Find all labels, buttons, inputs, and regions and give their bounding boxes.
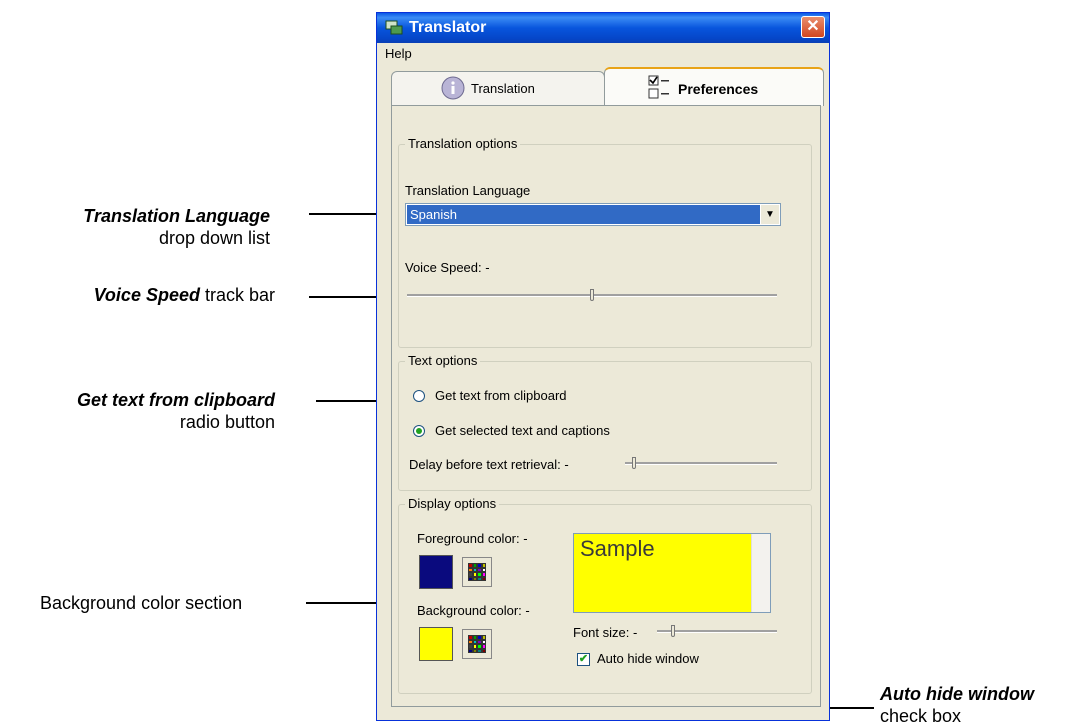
callout-translation-language: Translation Language drop down list (40, 205, 270, 249)
sample-preview: Sample (573, 533, 771, 613)
voice-speed-trackbar[interactable] (407, 289, 777, 305)
menu-help[interactable]: Help (385, 43, 412, 65)
text-options-group: Text options Get text from clipboard Get… (398, 353, 812, 491)
callout-background-color: Background color section (40, 592, 242, 614)
background-color-swatch[interactable] (419, 627, 453, 661)
translator-app-icon (385, 20, 403, 35)
callout-clipboard-desc: radio button (179, 412, 275, 432)
selected-text-radio-label[interactable]: Get selected text and captions (435, 423, 610, 438)
foreground-color-label: Foreground color: - (417, 531, 528, 546)
callout-translation-language-desc: drop down list (158, 228, 270, 248)
chevron-down-icon[interactable]: ▼ (760, 205, 779, 224)
tab-translation[interactable]: Translation (391, 71, 605, 105)
clipboard-radio-label[interactable]: Get text from clipboard (435, 388, 567, 403)
translation-language-label: Translation Language (405, 183, 531, 198)
window-title: Translator (409, 19, 487, 36)
font-size-thumb[interactable] (671, 625, 675, 637)
tab-translation-label: Translation (471, 81, 535, 96)
foreground-color-picker-button[interactable] (462, 557, 492, 587)
delay-thumb[interactable] (632, 457, 636, 469)
title-bar[interactable]: Translator ✕ (377, 13, 829, 43)
translation-language-dropdown[interactable]: Spanish ▼ (405, 203, 781, 226)
callout-auto-hide-desc: check box (880, 706, 962, 726)
font-size-track (657, 630, 777, 633)
sample-text: Sample (580, 536, 655, 561)
translation-language-value: Spanish (407, 205, 760, 224)
callout-voice-speed-title: Voice Speed (93, 285, 200, 305)
auto-hide-label[interactable]: Auto hide window (597, 651, 699, 666)
delay-label: Delay before text retrieval: - (409, 457, 569, 472)
background-color-label: Background color: - (417, 603, 530, 618)
foreground-color-swatch[interactable] (419, 555, 453, 589)
info-icon (441, 76, 465, 100)
display-options-legend: Display options (405, 496, 500, 511)
color-palette-icon (468, 635, 486, 653)
callout-voice-speed-desc: track bar (199, 285, 275, 305)
translation-options-group: Translation options Translation Language… (398, 136, 812, 348)
tab-preferences[interactable]: Preferences (604, 67, 824, 106)
display-options-group: Display options Foreground color: - Back… (398, 496, 812, 694)
callout-auto-hide-title: Auto hide window (880, 684, 1034, 704)
preferences-icon (648, 75, 669, 99)
tab-preferences-label: Preferences (678, 81, 759, 97)
voice-speed-thumb[interactable] (590, 289, 594, 301)
close-button[interactable]: ✕ (801, 16, 825, 38)
callout-translation-language-title: Translation Language (83, 206, 270, 226)
font-size-label: Font size: - (573, 625, 638, 640)
preferences-panel: Translation options Translation Language… (391, 105, 821, 707)
text-options-legend: Text options (405, 353, 481, 368)
sample-scrollbar[interactable] (751, 534, 770, 612)
clipboard-radio[interactable] (413, 390, 425, 402)
callout-clipboard-title: Get text from clipboard (76, 390, 275, 410)
background-color-picker-button[interactable] (462, 629, 492, 659)
auto-hide-checkbox[interactable]: ✔ (577, 653, 590, 666)
menu-bar: Help (377, 43, 829, 65)
font-size-trackbar[interactable] (657, 625, 777, 641)
callout-clipboard: Get text from clipboard radio button (10, 389, 275, 433)
voice-speed-label: Voice Speed: - (405, 260, 490, 275)
callout-background-color-text: Background color section (40, 593, 243, 613)
color-palette-icon (468, 563, 486, 581)
delay-trackbar[interactable] (625, 457, 777, 473)
selected-text-radio[interactable] (413, 425, 425, 437)
translation-options-legend: Translation options (405, 136, 521, 151)
callout-auto-hide: Auto hide window check box (880, 683, 1034, 727)
delay-track (625, 462, 777, 465)
translator-window: Translator ✕ Help Translation Preference… (376, 12, 830, 721)
callout-voice-speed: Voice Speed track bar (40, 284, 275, 306)
